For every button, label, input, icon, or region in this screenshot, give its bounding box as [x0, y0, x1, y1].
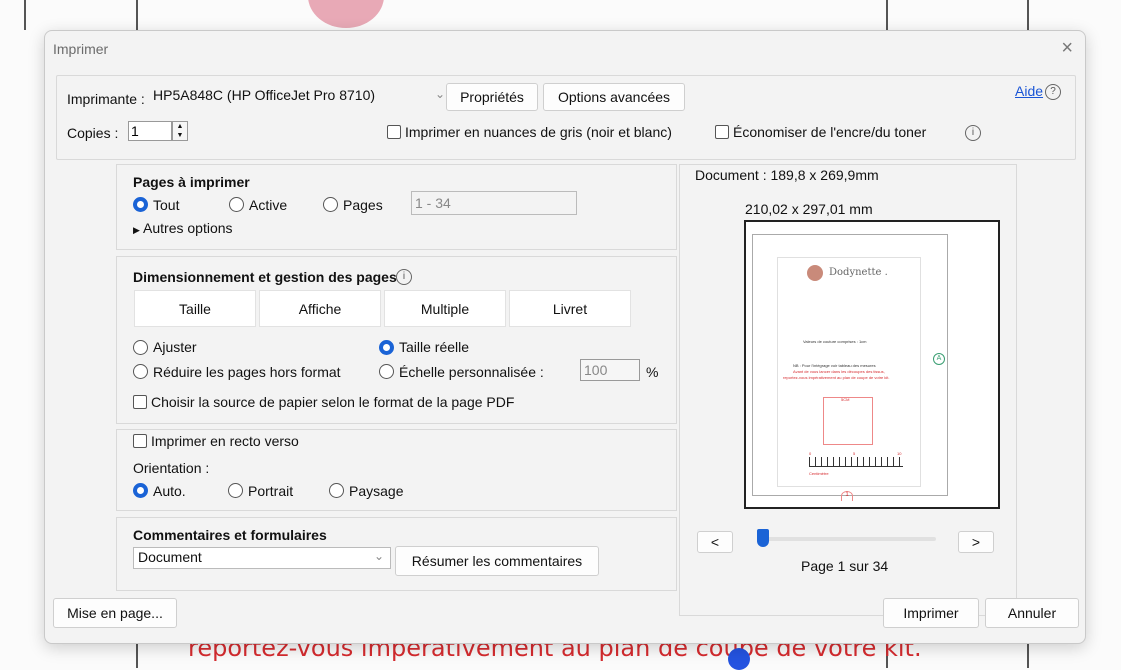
pages-to-print-title: Pages à imprimer: [133, 174, 250, 190]
thumb-text-2: NB : Pour l'intégrage voir tableau des m…: [793, 363, 876, 368]
brand-name: Dodynette .: [829, 267, 888, 278]
radio-custom-scale[interactable]: [379, 364, 394, 379]
comments-selected: Document: [138, 549, 202, 565]
radio-pages-label: Pages: [343, 197, 383, 213]
measure-label: 5CM: [841, 397, 850, 402]
thumb-text-4: reportez-vous impérativement au plan de …: [783, 375, 890, 380]
measure-square: [823, 397, 873, 445]
scale-input[interactable]: 100: [580, 359, 640, 381]
orientation-auto-label: Auto.: [153, 483, 186, 499]
bg-document-line: [136, 644, 138, 668]
tab-booklet[interactable]: Livret: [509, 290, 631, 327]
thumb-text-1: Valeurs de couture comprises : 1cm: [803, 339, 867, 344]
radio-active-page[interactable]: [229, 197, 244, 212]
radio-page-range[interactable]: [323, 197, 338, 212]
close-icon[interactable]: ×: [1061, 37, 1073, 60]
printer-select[interactable]: HP5A848C (HP OfficeJet Pro 8710) ⌄: [151, 85, 449, 109]
chevron-down-icon: ⌄: [434, 87, 445, 101]
page-slider-thumb[interactable]: [757, 529, 769, 547]
summarize-comments-button[interactable]: Résumer les commentaires: [395, 546, 599, 576]
bg-document-line: [136, 0, 138, 30]
sizing-title: Dimensionnement et gestion des pages: [133, 269, 397, 285]
page-number-badge: 1: [841, 491, 853, 501]
copies-input[interactable]: [128, 121, 172, 141]
ruler-graphic: [809, 457, 903, 467]
paper-size: 210,02 x 297,01 mm: [745, 201, 873, 217]
copies-stepper[interactable]: ▲ ▼: [172, 121, 188, 141]
bg-document-line: [886, 0, 888, 30]
help-icon[interactable]: ?: [1045, 84, 1061, 100]
shrink-label: Réduire les pages hors format: [153, 364, 341, 380]
cancel-button[interactable]: Annuler: [985, 598, 1079, 628]
document-size: Document : 189,8 x 269,9mm: [695, 167, 879, 183]
prev-page-button[interactable]: <: [697, 531, 733, 553]
page-preview: Dodynette . Valeurs de couture comprises…: [752, 234, 948, 501]
info-icon[interactable]: i: [396, 269, 412, 285]
ruler-label-10: 10: [897, 451, 902, 456]
bg-logo-circle: [308, 0, 384, 28]
ruler-unit: Centimètre: [809, 471, 829, 476]
comments-title: Commentaires et formulaires: [133, 527, 327, 543]
paper-source-label: Choisir la source de papier selon le for…: [151, 394, 515, 410]
dialog-title: Imprimer: [53, 41, 109, 57]
triangle-right-icon: ▶: [133, 225, 140, 235]
radio-all-label: Tout: [153, 197, 180, 213]
avatar-icon: [807, 265, 823, 281]
orientation-label: Orientation :: [133, 460, 210, 476]
comments-select[interactable]: Document ⌄: [133, 547, 391, 569]
orientation-landscape-label: Paysage: [349, 483, 404, 499]
more-options-label: Autres options: [143, 220, 233, 236]
page-slider-track[interactable]: [760, 537, 936, 541]
radio-orientation-landscape[interactable]: [329, 483, 344, 498]
tab-poster[interactable]: Affiche: [259, 290, 381, 327]
ruler-label-5: 5: [853, 451, 856, 456]
page-indicator: Page 1 sur 34: [801, 558, 889, 574]
orientation-portrait-label: Portrait: [248, 483, 294, 499]
save-ink-label: Économiser de l'encre/du toner: [733, 124, 927, 140]
actual-size-label: Taille réelle: [399, 339, 470, 355]
ruler-label-0: 0: [809, 451, 812, 456]
grayscale-checkbox[interactable]: [387, 125, 401, 139]
radio-actual-size[interactable]: [379, 340, 394, 355]
printer-label: Imprimante :: [67, 91, 145, 107]
marker-a-icon: A: [933, 353, 945, 365]
bg-document-line: [24, 0, 26, 30]
fit-label: Ajuster: [153, 339, 197, 355]
scale-unit: %: [646, 364, 659, 380]
advanced-options-button[interactable]: Options avancées: [543, 83, 685, 111]
copies-label: Copies :: [67, 125, 119, 141]
next-page-button[interactable]: >: [958, 531, 994, 553]
duplex-label: Imprimer en recto verso: [151, 433, 299, 449]
tab-multiple[interactable]: Multiple: [384, 290, 506, 327]
custom-scale-label: Échelle personnalisée :: [399, 364, 544, 380]
info-icon[interactable]: i: [965, 125, 981, 141]
more-options-toggle[interactable]: ▶ Autres options: [133, 220, 233, 236]
page-range-input[interactable]: 1 - 34: [411, 191, 577, 215]
radio-fit[interactable]: [133, 340, 148, 355]
printer-selected: HP5A848C (HP OfficeJet Pro 8710): [153, 87, 376, 103]
help-link[interactable]: Aide: [1015, 83, 1043, 99]
bg-document-line: [1027, 0, 1029, 30]
radio-all-pages[interactable]: [133, 197, 148, 212]
radio-active-label: Active: [249, 197, 288, 213]
thumb-text-3: Avant de vous lancer dans les découpes d…: [793, 369, 885, 374]
print-button[interactable]: Imprimer: [883, 598, 979, 628]
tab-size[interactable]: Taille: [134, 290, 256, 327]
properties-button[interactable]: Propriétés: [446, 83, 538, 111]
paper-source-checkbox[interactable]: [133, 395, 147, 409]
bg-document-line: [1027, 644, 1029, 668]
radio-orientation-auto[interactable]: [133, 483, 148, 498]
chevron-down-icon: ⌄: [373, 549, 384, 563]
page-setup-button[interactable]: Mise en page...: [53, 598, 177, 628]
radio-shrink[interactable]: [133, 364, 148, 379]
duplex-checkbox[interactable]: [133, 434, 147, 448]
save-ink-checkbox[interactable]: [715, 125, 729, 139]
radio-orientation-portrait[interactable]: [228, 483, 243, 498]
mouse-cursor-dot: [728, 648, 750, 670]
grayscale-label: Imprimer en nuances de gris (noir et bla…: [405, 124, 672, 140]
